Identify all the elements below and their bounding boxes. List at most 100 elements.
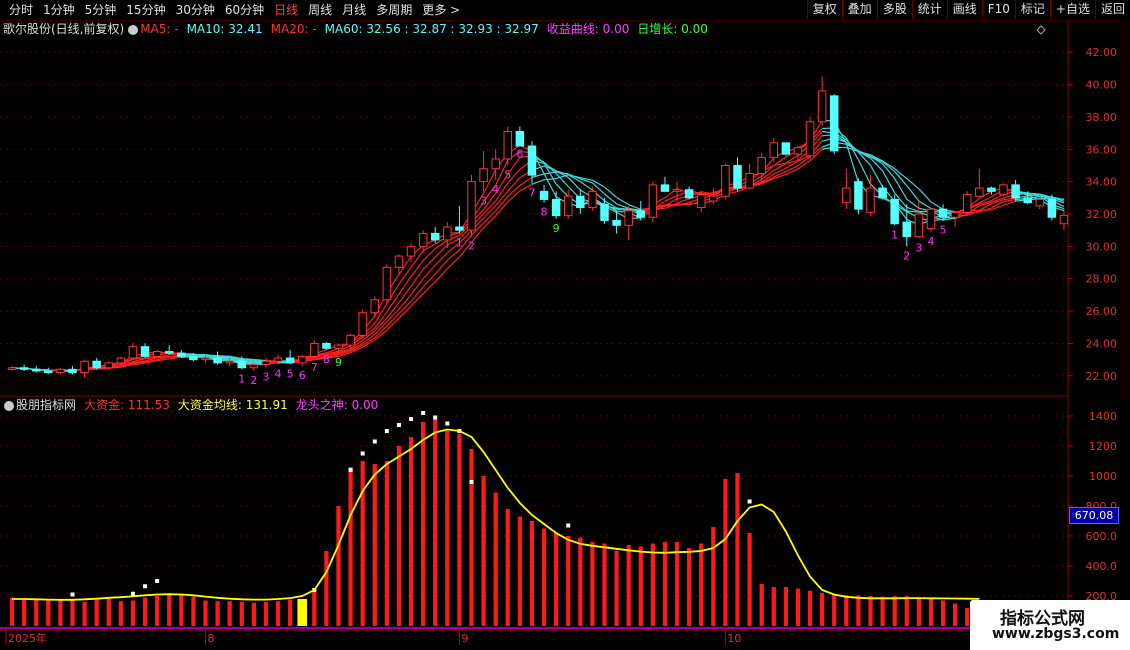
ma-ribbon-segment (930, 201, 944, 210)
sequence-label: 3 (262, 371, 269, 384)
ma-ribbon-segment (979, 209, 992, 212)
candle-body (769, 142, 779, 158)
candle-body (624, 210, 633, 226)
candle-body (334, 344, 343, 349)
signal-marker (155, 579, 160, 583)
sequence-label: 6 (516, 147, 523, 160)
volume-tick-label: 1000 (1089, 470, 1117, 483)
big-fund-bar (336, 506, 341, 626)
signal-marker (396, 423, 401, 427)
candle-body (19, 367, 29, 370)
candle-body (310, 342, 319, 357)
signal-marker (360, 451, 365, 456)
price-tick-label: 28.00 (1086, 273, 1118, 286)
panel-menu-icon[interactable] (128, 24, 139, 35)
big-fund-bar (227, 601, 232, 626)
candle-body (177, 352, 186, 357)
candle-body (1047, 198, 1057, 218)
big-fund-bar (940, 600, 946, 626)
candle-body (1035, 198, 1045, 207)
sequence-label: 1 (238, 372, 245, 385)
ma-ribbon-segment (918, 200, 932, 209)
candle-body (612, 219, 621, 226)
signal-marker (372, 439, 377, 444)
candle-body (696, 194, 706, 209)
value-cursor-label: 670.08 (1069, 507, 1119, 524)
candle-body (684, 189, 694, 199)
watermark-logo: 指标公式网 www.zbgs3.com (970, 600, 1130, 650)
candle-body (152, 351, 162, 357)
signal-marker (433, 415, 438, 420)
sequence-label: 3 (480, 194, 487, 207)
sequence-label: 9 (553, 222, 560, 235)
sub-panel-header: 股朋指标网 大资金: 111.53 大资金均线: 131.91 龙头之神: 0.00 (0, 396, 378, 414)
big-fund-bar (312, 591, 317, 626)
candle-body (418, 232, 428, 247)
sequence-label: 5 (504, 168, 511, 181)
big-fund-bar (578, 537, 583, 626)
candle-body (600, 203, 609, 221)
ma10-value: MA10: 32.41 (186, 22, 263, 36)
sequence-label: 6 (299, 369, 306, 382)
sequence-label: 9 (335, 356, 342, 369)
ma-ribbon-segment (398, 285, 412, 304)
big-fund-bar (142, 597, 148, 626)
date-label: 10 (727, 632, 741, 645)
candle-body (128, 346, 138, 359)
ma-ribbon-segment (398, 276, 412, 295)
candle-body (382, 266, 392, 301)
big-fund-avg-value: 大资金均线: 131.91 (177, 398, 288, 412)
big-fund-bar (554, 533, 559, 626)
signal-marker (469, 480, 474, 484)
candle-body (563, 195, 573, 217)
sequence-label: 5 (287, 367, 294, 380)
candle-body (938, 208, 948, 218)
sub-panel-menu-icon[interactable] (4, 400, 14, 411)
candle-body (588, 190, 597, 209)
ma-ribbon-segment (507, 185, 521, 197)
big-fund-bar (34, 599, 39, 626)
big-fund-bar (699, 543, 704, 626)
sequence-label: 5 (940, 223, 947, 236)
big-fund-bar (505, 509, 510, 626)
ma60-value: MA60: 32.56 : 32.87 : 32.93 : 32.97 (324, 22, 539, 36)
big-fund-bar (130, 600, 136, 626)
candle-body (467, 181, 476, 231)
big-fund-bar (602, 543, 607, 626)
big-fund-bar (215, 601, 220, 626)
candle-body (503, 130, 513, 160)
candle-body (781, 142, 791, 155)
candle-body (878, 187, 887, 199)
big-fund-bar (541, 528, 547, 626)
candle-body (225, 360, 234, 364)
price-tick-label: 26.00 (1086, 305, 1118, 318)
kline-chart[interactable]: 42.00 40.00 38.00 36.00 34.00 32.00 30.00 28.00… (0, 0, 1130, 650)
big-fund-bar (22, 599, 27, 626)
big-fund-bar (953, 603, 958, 626)
candle-body (443, 226, 452, 241)
ma-ribbon-segment (96, 367, 109, 370)
big-fund-value: 大资金: 111.53 (84, 398, 170, 412)
candle-body (576, 195, 585, 209)
ma-ribbon-segment (579, 181, 593, 191)
candle-body (962, 194, 972, 213)
big-fund-bar (481, 476, 486, 626)
signal-marker (384, 429, 389, 433)
big-fund-bar (191, 596, 196, 626)
candle-body (237, 360, 247, 369)
candle-body (430, 232, 440, 241)
candle-body (297, 355, 307, 364)
candle-body (987, 187, 996, 192)
sequence-label: 2 (468, 240, 475, 253)
candle-body (817, 90, 827, 123)
price-tick-label: 24.00 (1086, 337, 1118, 350)
sequence-label: 4 (275, 367, 282, 380)
big-fund-bar (324, 551, 329, 626)
big-fund-bar (493, 492, 498, 626)
ma-ribbon-segment (664, 203, 678, 206)
candle-body (914, 213, 924, 238)
big-fund-bar (118, 601, 123, 626)
ma-ribbon-segment (434, 268, 448, 283)
candle-body (660, 184, 670, 192)
candle-body (7, 367, 17, 370)
